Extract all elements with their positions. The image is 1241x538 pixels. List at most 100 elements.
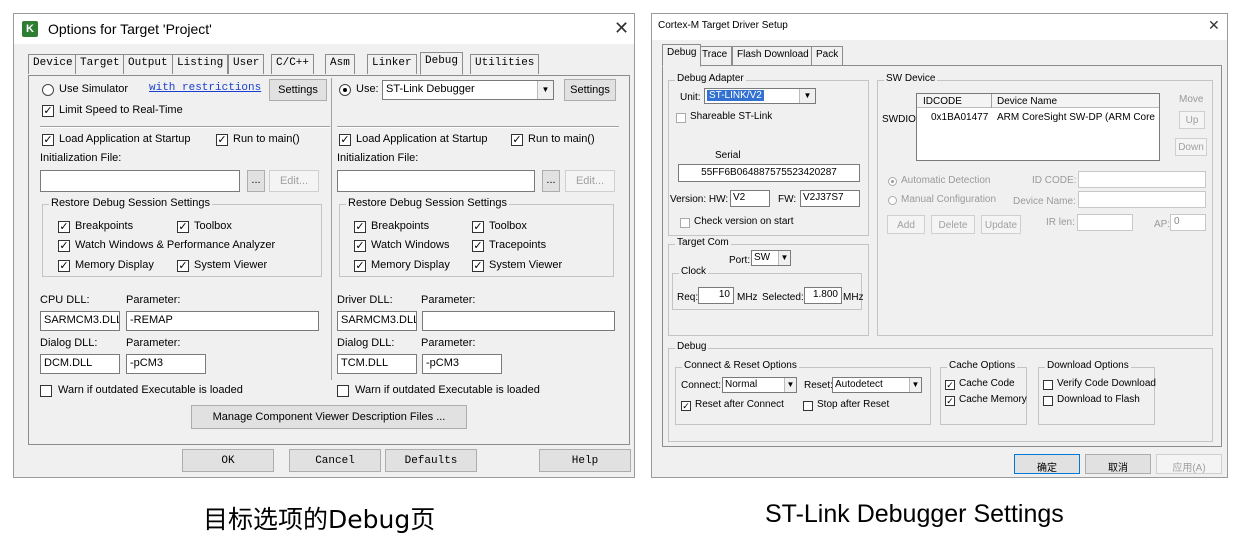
tgt-dialog-param-input[interactable]: -pCM3	[422, 354, 502, 374]
cache-code-checkbox[interactable]: ✓	[945, 380, 955, 390]
tab-debug[interactable]: Debug	[662, 44, 702, 67]
update-button[interactable]: Update	[981, 215, 1021, 234]
use-target-label: Use:	[356, 83, 379, 95]
reset-select[interactable]: Autodetect ▼	[832, 377, 922, 393]
tgt-browse-button[interactable]: ...	[542, 170, 560, 192]
use-target-radio[interactable]	[339, 84, 351, 96]
ir-len-label: IR len:	[1046, 217, 1075, 228]
tab-pack[interactable]: Pack	[811, 46, 844, 66]
divider	[337, 126, 619, 128]
tgt-toolbox-checkbox[interactable]: ✓	[472, 221, 484, 233]
sim-breakpoints-checkbox[interactable]: ✓	[58, 221, 70, 233]
manage-component-viewer-button[interactable]: Manage Component Viewer Description File…	[191, 405, 467, 429]
sim-browse-button[interactable]: ...	[247, 170, 265, 192]
sim-run-main-checkbox[interactable]: ✓	[216, 134, 228, 146]
tab-strip: Device Target Output Listing User C/C++ …	[28, 52, 628, 76]
tgt-memory-checkbox[interactable]: ✓	[354, 260, 366, 272]
tgt-tracepoints-checkbox[interactable]: ✓	[472, 240, 484, 252]
driver-dll-input[interactable]: SARMCM3.DLL	[337, 311, 417, 331]
sim-warn-checkbox[interactable]	[40, 385, 52, 397]
tgt-load-app-checkbox[interactable]: ✓	[339, 134, 351, 146]
unit-select[interactable]: ST-LINK/V2 ▼	[704, 88, 816, 104]
port-label: Port:	[729, 255, 751, 266]
reset-after-connect-label: Reset after Connect	[695, 399, 784, 410]
verify-code-checkbox[interactable]	[1043, 380, 1053, 390]
tgt-watch-checkbox[interactable]: ✓	[354, 240, 366, 252]
tab-trace[interactable]: Trace	[697, 46, 733, 66]
ok-button[interactable]: OK	[182, 449, 274, 472]
tab-target[interactable]: Target	[75, 54, 125, 74]
tgt-breakpoints-checkbox[interactable]: ✓	[354, 221, 366, 233]
move-down-button[interactable]: Down	[1175, 138, 1207, 156]
tab-linker[interactable]: Linker	[367, 54, 417, 74]
simulator-settings-button[interactable]: Settings	[269, 79, 327, 101]
port-select[interactable]: SW ▼	[751, 250, 791, 266]
sim-load-app-checkbox[interactable]: ✓	[42, 134, 54, 146]
cancel-button[interactable]: 取消	[1085, 454, 1151, 474]
tgt-dialog-dll-label: Dialog DLL:	[337, 337, 395, 349]
tab-flash-download[interactable]: Flash Download	[732, 46, 814, 66]
help-button[interactable]: Help	[539, 449, 631, 472]
cache-memory-checkbox[interactable]: ✓	[945, 396, 955, 406]
stop-after-reset-checkbox[interactable]	[803, 401, 813, 411]
req-mhz-label: MHz	[737, 292, 758, 303]
sim-dialog-dll-input[interactable]: DCM.DLL	[40, 354, 120, 374]
check-version-checkbox[interactable]	[680, 218, 690, 228]
auto-detect-radio[interactable]	[888, 177, 897, 186]
tab-output[interactable]: Output	[123, 54, 173, 74]
tab-cpp[interactable]: C/C++	[271, 54, 315, 74]
sim-watch-checkbox[interactable]: ✓	[58, 240, 70, 252]
ok-button[interactable]: 确定	[1014, 454, 1080, 474]
tab-device[interactable]: Device	[28, 54, 78, 74]
req-input[interactable]: 10	[698, 287, 734, 304]
delete-button[interactable]: Delete	[931, 215, 975, 234]
row-idcode: 0x1BA01477	[931, 112, 989, 123]
column-divider	[331, 78, 332, 380]
tab-listing[interactable]: Listing	[172, 54, 229, 74]
target-settings-button[interactable]: Settings	[564, 79, 616, 101]
serial-input[interactable]: 55FF6B064887575523420287	[678, 164, 860, 182]
tab-debug[interactable]: Debug	[420, 52, 464, 75]
sim-toolbox-checkbox[interactable]: ✓	[177, 221, 189, 233]
apply-button[interactable]: 应用(A)	[1156, 454, 1222, 474]
sim-sysview-checkbox[interactable]: ✓	[177, 260, 189, 272]
tgt-init-file-input[interactable]	[337, 170, 535, 192]
tgt-run-main-checkbox[interactable]: ✓	[511, 134, 523, 146]
cpu-param-input[interactable]: -REMAP	[126, 311, 319, 331]
with-restrictions-link[interactable]: with restrictions	[149, 82, 261, 94]
limit-speed-checkbox[interactable]: ✓	[42, 105, 54, 117]
unit-label: Unit:	[680, 92, 701, 103]
move-up-button[interactable]: Up	[1179, 111, 1205, 129]
sw-device-table[interactable]: IDCODE Device Name 0x1BA01477 ARM CoreSi…	[916, 93, 1160, 161]
tab-asm[interactable]: Asm	[325, 54, 355, 74]
manual-config-radio[interactable]	[888, 196, 897, 205]
tgt-dialog-dll-input[interactable]: TCM.DLL	[337, 354, 417, 374]
shareable-label: Shareable ST-Link	[690, 111, 773, 122]
sim-memory-checkbox[interactable]: ✓	[58, 260, 70, 272]
driver-setup-dialog: Cortex-M Target Driver Setup ✕ Debug Tra…	[651, 13, 1228, 478]
download-flash-checkbox[interactable]	[1043, 396, 1053, 406]
shareable-checkbox[interactable]	[676, 113, 686, 123]
tgt-warn-label: Warn if outdated Executable is loaded	[355, 384, 540, 396]
add-button[interactable]: Add	[887, 215, 925, 234]
req-label: Req:	[677, 292, 699, 303]
tgt-warn-checkbox[interactable]	[337, 385, 349, 397]
tab-utilities[interactable]: Utilities	[470, 54, 540, 74]
reset-after-connect-checkbox[interactable]: ✓	[681, 401, 691, 411]
tgt-sysview-checkbox[interactable]: ✓	[472, 260, 484, 272]
debugger-select[interactable]: ST-Link Debugger ▼	[382, 80, 554, 100]
connect-select[interactable]: Normal ▼	[722, 377, 797, 393]
use-simulator-radio[interactable]	[42, 84, 54, 96]
driver-param-input[interactable]	[422, 311, 615, 331]
close-icon[interactable]: ✕	[1208, 17, 1220, 34]
sim-dialog-param-input[interactable]: -pCM3	[126, 354, 206, 374]
tab-strip: Debug Trace Flash Download Pack	[662, 44, 1222, 67]
sim-init-file-input[interactable]	[40, 170, 240, 192]
tab-user[interactable]: User	[228, 54, 265, 74]
defaults-button[interactable]: Defaults	[385, 449, 477, 472]
close-icon[interactable]: ✕	[614, 18, 629, 39]
tgt-sysview-label: System Viewer	[489, 259, 563, 271]
selected-label: Selected:	[762, 292, 804, 303]
cpu-dll-input[interactable]: SARMCM3.DLL	[40, 311, 120, 331]
cancel-button[interactable]: Cancel	[289, 449, 381, 472]
